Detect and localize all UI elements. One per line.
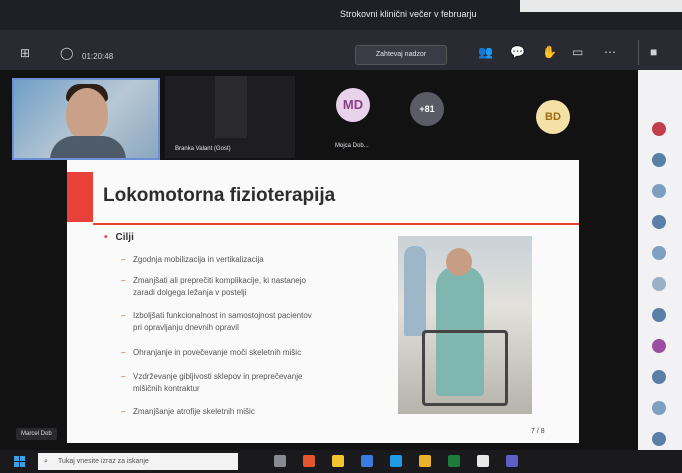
window-title: Strokovni klinični večer v februarju — [340, 9, 477, 19]
person-shirt — [50, 136, 126, 158]
task-view-icon[interactable] — [274, 455, 286, 467]
sidebar-participant-avatar[interactable] — [652, 339, 666, 353]
rooms-icon[interactable]: ▭ — [572, 45, 583, 59]
camera-icon[interactable]: ■ — [650, 45, 657, 59]
sidebar-participant-avatar[interactable] — [652, 184, 666, 198]
avatar-initials: MD — [342, 97, 364, 112]
chrome-icon[interactable] — [419, 455, 431, 467]
slide-photo — [398, 236, 532, 414]
people-icon[interactable]: 👥 — [478, 45, 493, 59]
photo-walker — [422, 330, 508, 406]
sidebar-participant-avatar[interactable] — [652, 432, 666, 446]
more-participants-avatar[interactable]: +81 — [410, 92, 444, 126]
sidebar-participant-avatar[interactable] — [652, 122, 666, 136]
windows-start-icon[interactable] — [14, 456, 25, 467]
shield-icon: ◯ — [60, 46, 74, 60]
slide-item-continued: mišičnih kontraktur — [133, 384, 200, 393]
participant-name: Branka Valant (Gost) — [175, 146, 231, 152]
meeting-timer: 01:20:48 — [82, 52, 114, 61]
chat-icon[interactable]: 💬 — [510, 45, 525, 59]
self-video-tile[interactable] — [12, 78, 160, 160]
word-icon[interactable] — [477, 455, 489, 467]
bullet-icon: • — [104, 232, 108, 243]
store-icon[interactable] — [361, 455, 373, 467]
sidebar-participant-avatar[interactable] — [652, 246, 666, 260]
slide-item: Zgodnja mobilizacija in vertikalizacija — [121, 254, 264, 265]
slide-item: Vzdrževanje gibljivosti sklepov in prepr… — [121, 371, 302, 382]
slide-title-rule — [93, 223, 579, 225]
participant-tile[interactable]: Branka Valant (Gost) — [165, 76, 295, 158]
window-titlebar: Strokovni klinični večer v februarju — [0, 0, 682, 30]
request-control-button[interactable]: Zahtevaj nadzor — [355, 45, 447, 65]
photo-staff-figure — [404, 246, 426, 336]
teams-icon[interactable] — [506, 455, 518, 467]
more-options-icon[interactable]: ⋯ — [604, 45, 616, 59]
toolbar-separator — [638, 40, 639, 65]
office-icon[interactable] — [303, 455, 315, 467]
reactions-icon[interactable]: ✋ — [542, 45, 557, 59]
photo-patient-head — [446, 248, 472, 276]
slide-item-continued: zaradi dolgega ležanja v postelji — [133, 288, 247, 297]
sidebar-participant-avatar[interactable] — [652, 401, 666, 415]
excel-icon[interactable] — [448, 455, 460, 467]
slide-item: Zmanjšanje atrofije skeletnih mišic — [121, 406, 255, 417]
slide-title: Lokomotorna fizioterapija — [103, 185, 336, 206]
slide-heading-text: Cilji — [115, 232, 134, 243]
presenter-tag: Marcel Dob — [16, 428, 57, 440]
slide-item: Izboljšati funkcionalnost in samostojnos… — [121, 310, 312, 321]
search-icon: ⌕ — [44, 458, 48, 465]
taskbar-search-input[interactable]: ⌕ Tukaj vnesite izraz za iskanje — [38, 453, 238, 470]
participant-avatar[interactable]: BD — [536, 100, 570, 134]
participant-avatar[interactable]: MD — [336, 88, 370, 122]
grid-view-icon[interactable]: ⊞ — [20, 46, 30, 60]
participant-video — [215, 76, 247, 138]
search-placeholder: Tukaj vnesite izraz za iskanje — [58, 458, 149, 465]
sidebar-participant-avatar[interactable] — [652, 370, 666, 384]
folder-icon[interactable] — [332, 455, 344, 467]
sidebar-participant-avatar[interactable] — [652, 153, 666, 167]
avatar-name: Mojca Dob... — [335, 143, 369, 149]
slide-item: Ohranjanje in povečevanje moči skeletnih… — [121, 347, 301, 358]
avatar-initials: BD — [545, 111, 561, 123]
slide-item: Zmanjšati ali preprečiti komplikacije, k… — [121, 275, 306, 286]
person-face — [66, 88, 108, 140]
edge-icon[interactable] — [390, 455, 402, 467]
slide-page-number: 7 / 8 — [531, 428, 545, 435]
slide-item-continued: pri opravljanju dnevnih opravil — [133, 323, 239, 332]
background-paper — [520, 0, 682, 12]
avatar-initials: +81 — [419, 104, 435, 114]
sidebar-participant-avatar[interactable] — [652, 277, 666, 291]
slide-accent-bar — [67, 172, 93, 222]
slide-heading: • Cilji — [104, 232, 134, 243]
sidebar-participant-avatar[interactable] — [652, 308, 666, 322]
sidebar-participant-avatar[interactable] — [652, 215, 666, 229]
